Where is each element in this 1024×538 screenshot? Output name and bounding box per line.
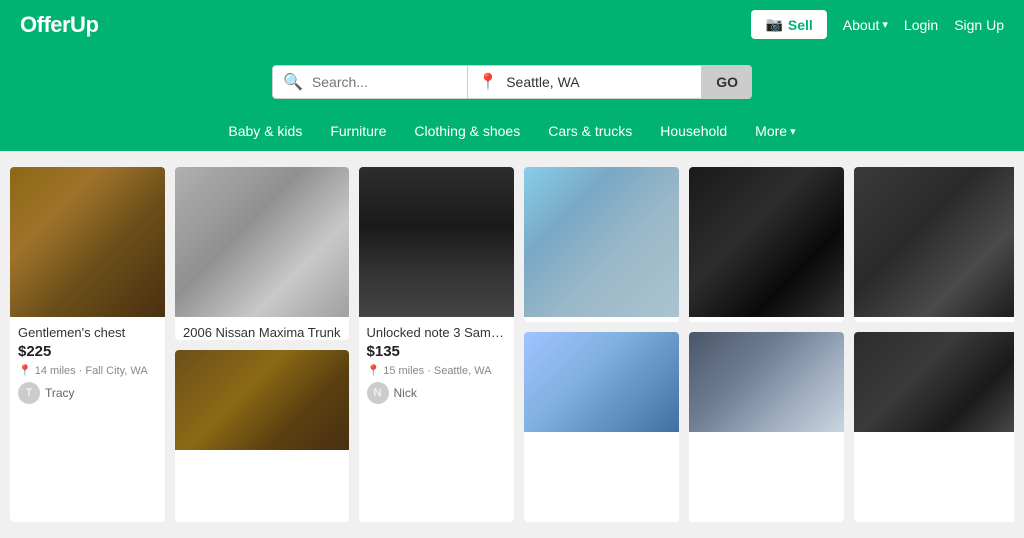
product-card-oakley-col: Oakley's eyepro $200 📍 31 miles · Lakewo… — [689, 167, 844, 522]
category-nav: Baby & kids Furniture Clothing & shoes C… — [228, 113, 795, 151]
product-info: Unlocked note 3 Samsung $135 📍 15 miles … — [359, 317, 514, 412]
product-location: 📍 15 miles · Seattle, WA — [367, 364, 506, 377]
product-user: T Tracy — [18, 382, 157, 404]
category-household[interactable]: Household — [660, 123, 727, 139]
product-image — [175, 167, 349, 317]
product-title: 2006 Nissan Maxima Trunk — [183, 325, 341, 340]
avatar: N — [367, 382, 389, 404]
location-pin-icon: 📍 — [478, 72, 498, 92]
product-card-alpine[interactable]: Alpine & Rockford fosgate amps 500w syst… — [854, 167, 1014, 322]
bottom-card-b5[interactable] — [854, 332, 1014, 522]
header: OfferUp 📷 Sell About ▾ Login Sign Up — [0, 0, 1024, 49]
search-input-wrap: 🔍 — [272, 65, 468, 99]
product-price: $135 — [367, 343, 506, 360]
camera-icon: 📷 — [765, 16, 782, 33]
products-section: Gentlemen's chest $225 📍 14 miles · Fall… — [0, 151, 1024, 538]
category-clothing-shoes[interactable]: Clothing & shoes — [414, 123, 520, 139]
product-card-gentlemens-chest[interactable]: Gentlemen's chest $225 📍 14 miles · Fall… — [10, 167, 165, 522]
bottom-card-b4[interactable] — [689, 332, 844, 522]
more-chevron-icon: ▾ — [790, 125, 796, 138]
category-furniture[interactable]: Furniture — [330, 123, 386, 139]
product-card-nissan-trunk-col: 2006 Nissan Maxima Trunk $40 📍 32 miles … — [175, 167, 349, 522]
product-image — [10, 167, 165, 317]
product-image — [175, 350, 349, 450]
bottom-card-b3[interactable] — [524, 332, 679, 522]
about-button[interactable]: About ▾ — [843, 17, 888, 33]
product-title: Unlocked note 3 Samsung — [367, 325, 506, 340]
signup-button[interactable]: Sign Up — [954, 17, 1004, 33]
product-image — [524, 332, 679, 432]
chevron-down-icon: ▾ — [882, 18, 888, 31]
product-image — [854, 167, 1014, 317]
avatar: T — [18, 382, 40, 404]
product-card-nissan-trunk[interactable]: 2006 Nissan Maxima Trunk $40 📍 32 miles … — [175, 167, 349, 340]
product-price: $225 — [18, 343, 157, 360]
sell-button[interactable]: 📷 Sell — [751, 10, 826, 39]
location-wrap: 📍 — [468, 65, 702, 99]
category-more[interactable]: More ▾ — [755, 123, 795, 139]
location-input[interactable] — [502, 66, 691, 98]
category-cars-trucks[interactable]: Cars & trucks — [548, 123, 632, 139]
login-button[interactable]: Login — [904, 17, 938, 33]
product-card-alpine-col: Alpine & Rockford fosgate amps 500w syst… — [854, 167, 1014, 522]
search-icon: 🔍 — [283, 72, 303, 92]
logo: OfferUp — [20, 12, 98, 38]
product-image — [524, 167, 679, 317]
product-card-oakley[interactable]: Oakley's eyepro $200 📍 31 miles · Lakewo… — [689, 167, 844, 322]
product-location: 📍 14 miles · Fall City, WA — [18, 364, 157, 377]
location-pin-icon: 📍 — [18, 364, 32, 377]
product-user: N Nick — [367, 382, 506, 404]
search-bar: 🔍 📍 GO — [272, 65, 752, 99]
header-nav: 📷 Sell About ▾ Login Sign Up — [751, 10, 1004, 39]
search-section: 🔍 📍 GO Baby & kids Furniture Clothing & … — [0, 49, 1024, 151]
product-info: 2006 Nissan Maxima Trunk $40 📍 32 miles … — [175, 317, 349, 340]
product-card-samsung-note[interactable]: Unlocked note 3 Samsung $135 📍 15 miles … — [359, 167, 514, 522]
bottom-card-b1[interactable] — [175, 350, 349, 523]
search-input[interactable] — [308, 66, 457, 98]
product-card-toyota-col: 91 toyota pickup $1,750 📍 29 miles · Tac… — [524, 167, 679, 522]
category-baby-kids[interactable]: Baby & kids — [228, 123, 302, 139]
product-image — [854, 332, 1014, 432]
product-image — [689, 167, 844, 317]
go-button[interactable]: GO — [702, 65, 752, 99]
location-pin-icon: 📍 — [367, 364, 381, 377]
product-title: Gentlemen's chest — [18, 325, 157, 340]
product-card-toyota-pickup[interactable]: 91 toyota pickup $1,750 📍 29 miles · Tac… — [524, 167, 679, 322]
products-grid: Gentlemen's chest $225 📍 14 miles · Fall… — [10, 167, 1014, 522]
product-image — [689, 332, 844, 432]
product-image — [359, 167, 514, 317]
product-info: Gentlemen's chest $225 📍 14 miles · Fall… — [10, 317, 165, 412]
